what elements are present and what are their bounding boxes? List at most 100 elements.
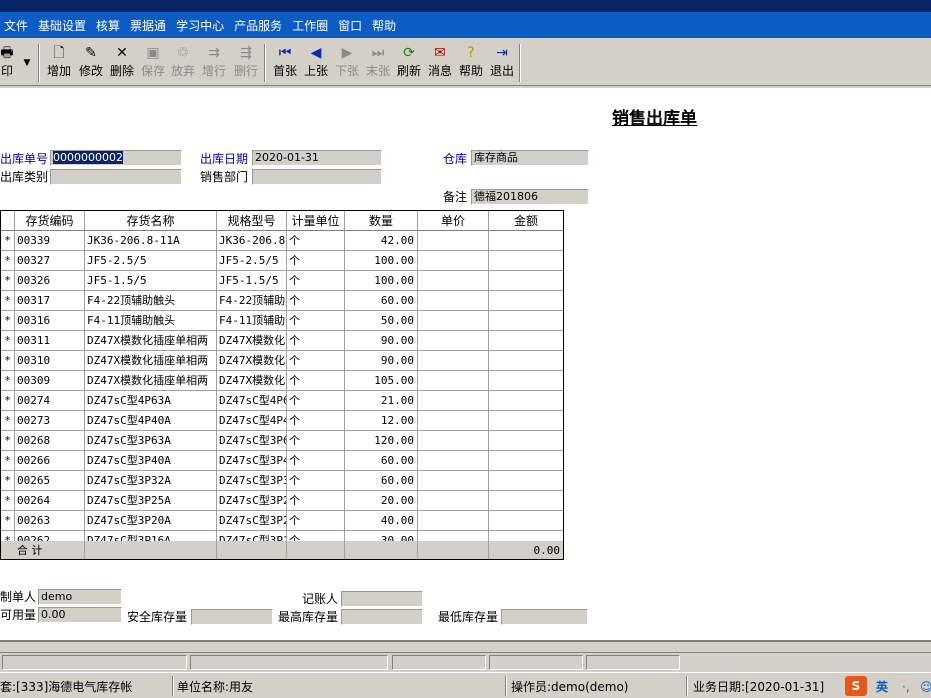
cell-price[interactable]	[418, 331, 489, 351]
safety-stock-field[interactable]	[191, 609, 273, 625]
cell-qty[interactable]: 90.00	[345, 351, 418, 371]
cell-name[interactable]: DZ47X模数化插座单相两	[85, 331, 217, 351]
delete-button[interactable]: ✕ 删除	[107, 44, 137, 84]
cell-name[interactable]: DZ47X模数化插座单相两	[85, 371, 217, 391]
cell-name[interactable]: DZ47sC型3P25A	[85, 491, 217, 511]
cell-name[interactable]: DZ47sC型3P63A	[85, 431, 217, 451]
cell-amount[interactable]	[489, 371, 563, 391]
cell-name[interactable]: DZ47sC型3P20A	[85, 511, 217, 531]
menu-accounting[interactable]: 核算	[96, 17, 120, 34]
row-marker[interactable]: *	[1, 251, 15, 271]
cell-amount[interactable]	[489, 251, 563, 271]
cell-amount[interactable]	[489, 331, 563, 351]
table-row[interactable]: * 00265 DZ47sC型3P32A DZ47sC型3P3 个 60.00	[1, 471, 563, 491]
cell-spec[interactable]: DZ47X模数化	[217, 331, 287, 351]
table-row[interactable]: * 00274 DZ47sC型4P63A DZ47sC型4P6 个 21.00	[1, 391, 563, 411]
add-row-button[interactable]: ⇉ 增行	[199, 44, 229, 84]
cell-name[interactable]: JF5-1.5/5	[85, 271, 217, 291]
dept-field[interactable]	[252, 169, 382, 185]
table-row[interactable]: * 00339 JK36-206.8-11A JK36-206.8- 个 42.00	[1, 231, 563, 251]
cell-code[interactable]: 00326	[15, 271, 85, 291]
cell-amount[interactable]	[489, 391, 563, 411]
cell-code[interactable]: 00268	[15, 431, 85, 451]
print-button[interactable]: 🖶 印	[0, 44, 22, 84]
cell-price[interactable]	[418, 351, 489, 371]
cell-amount[interactable]	[489, 471, 563, 491]
cell-code[interactable]: 00310	[15, 351, 85, 371]
col-header-name[interactable]: 存货名称	[85, 211, 217, 231]
row-marker[interactable]: *	[1, 271, 15, 291]
cell-qty[interactable]: 60.00	[345, 291, 418, 311]
cell-amount[interactable]	[489, 351, 563, 371]
cell-unit[interactable]: 个	[287, 431, 345, 451]
cell-code[interactable]: 00339	[15, 231, 85, 251]
available-field[interactable]: 0.00	[38, 607, 122, 623]
cell-price[interactable]	[418, 371, 489, 391]
cell-qty[interactable]: 60.00	[345, 451, 418, 471]
row-marker[interactable]: *	[1, 431, 15, 451]
cell-unit[interactable]: 个	[287, 351, 345, 371]
cell-spec[interactable]: JF5-1.5/5	[217, 271, 287, 291]
cell-name[interactable]: JF5-2.5/5	[85, 251, 217, 271]
cell-name[interactable]: DZ47sC型4P63A	[85, 391, 217, 411]
edit-button[interactable]: ✎ 修改	[76, 44, 106, 84]
menu-workcircle[interactable]: 工作圈	[292, 17, 328, 34]
cell-unit[interactable]: 个	[287, 371, 345, 391]
row-marker[interactable]: *	[1, 311, 15, 331]
cell-name[interactable]: F4-11顶辅助触头	[85, 311, 217, 331]
col-header-spec[interactable]: 规格型号	[217, 211, 287, 231]
cell-spec[interactable]: JF5-2.5/5	[217, 251, 287, 271]
message-button[interactable]: ✉ 消息	[425, 44, 455, 84]
cell-name[interactable]: DZ47sC型3P32A	[85, 471, 217, 491]
cell-name[interactable]: F4-22顶辅助触头	[85, 291, 217, 311]
cell-unit[interactable]: 个	[287, 311, 345, 331]
cell-code[interactable]: 00264	[15, 491, 85, 511]
cell-price[interactable]	[418, 231, 489, 251]
cell-amount[interactable]	[489, 271, 563, 291]
cell-code[interactable]: 00274	[15, 391, 85, 411]
cell-amount[interactable]	[489, 311, 563, 331]
cell-spec[interactable]: DZ47sC型3P6	[217, 431, 287, 451]
ime-punct-icon[interactable]: ·,	[902, 677, 910, 697]
exit-button[interactable]: ⇥ 退出	[487, 44, 517, 84]
cell-price[interactable]	[418, 271, 489, 291]
bookkeeper-field[interactable]	[341, 591, 423, 607]
cell-price[interactable]	[418, 391, 489, 411]
menu-invoice[interactable]: 票据通	[130, 17, 166, 34]
cell-spec[interactable]: DZ47sC型3P2	[217, 491, 287, 511]
row-marker[interactable]: *	[1, 391, 15, 411]
cell-qty[interactable]: 100.00	[345, 251, 418, 271]
cell-code[interactable]: 00273	[15, 411, 85, 431]
cell-code[interactable]: 00309	[15, 371, 85, 391]
cell-spec[interactable]: F4-22顶辅助	[217, 291, 287, 311]
cell-unit[interactable]: 个	[287, 231, 345, 251]
menu-help[interactable]: 帮助	[372, 17, 396, 34]
cell-price[interactable]	[418, 471, 489, 491]
menu-file[interactable]: 文件	[4, 17, 28, 34]
table-row[interactable]: * 00263 DZ47sC型3P20A DZ47sC型3P2 个 40.00	[1, 511, 563, 531]
cell-unit[interactable]: 个	[287, 471, 345, 491]
menu-learning[interactable]: 学习中心	[176, 17, 224, 34]
prev-button[interactable]: ◀ 上张	[301, 44, 331, 84]
cell-code[interactable]: 00317	[15, 291, 85, 311]
row-marker[interactable]: *	[1, 351, 15, 371]
print-dropdown[interactable]: ▼	[20, 44, 34, 84]
col-header-code[interactable]: 存货编码	[15, 211, 85, 231]
help-button[interactable]: ? 帮助	[456, 44, 486, 84]
table-row[interactable]: * 00309 DZ47X模数化插座单相两 DZ47X模数化个 105.00	[1, 371, 563, 391]
cell-qty[interactable]: 90.00	[345, 331, 418, 351]
row-marker[interactable]: *	[1, 511, 15, 531]
menu-products[interactable]: 产品服务	[234, 17, 282, 34]
cell-spec[interactable]: DZ47sC型3P3	[217, 471, 287, 491]
col-header-price[interactable]: 单价	[418, 211, 489, 231]
cell-price[interactable]	[418, 311, 489, 331]
cell-qty[interactable]: 40.00	[345, 511, 418, 531]
cell-amount[interactable]	[489, 451, 563, 471]
cell-amount[interactable]	[489, 491, 563, 511]
cell-amount[interactable]	[489, 411, 563, 431]
cell-qty[interactable]: 12.00	[345, 411, 418, 431]
discard-button[interactable]: ♲ 放弃	[168, 44, 198, 84]
cell-code[interactable]: 00266	[15, 451, 85, 471]
cell-spec[interactable]: DZ47sC型3P2	[217, 511, 287, 531]
cell-qty[interactable]: 21.00	[345, 391, 418, 411]
